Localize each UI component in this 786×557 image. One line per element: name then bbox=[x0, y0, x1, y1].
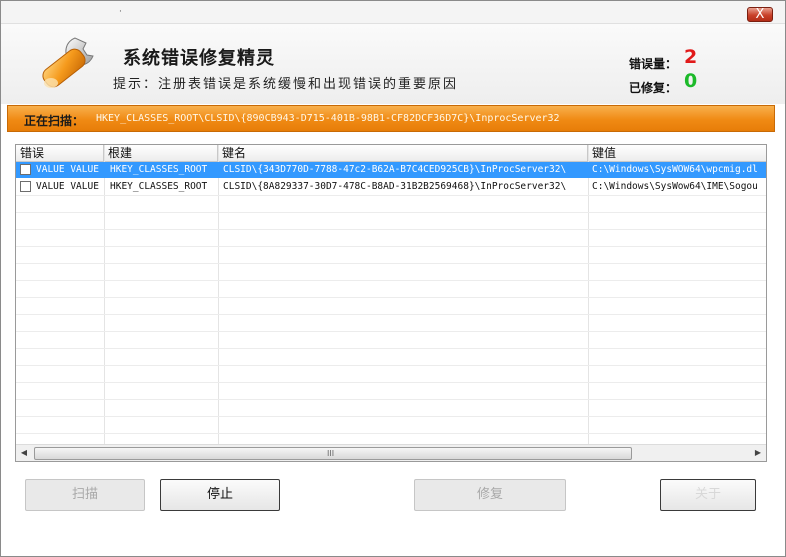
scroll-right-icon[interactable]: ▶ bbox=[750, 445, 766, 461]
key-cell: CLSID\{8A829337-30D7-478C-B8AD-31B2B2569… bbox=[223, 181, 567, 192]
root-cell: HKEY_CLASSES_ROOT bbox=[110, 181, 208, 192]
grid-line bbox=[16, 229, 766, 230]
hint-text: 提示：注册表错误是系统缓慢和出现错误的重要原因 bbox=[113, 77, 459, 92]
grid-line bbox=[16, 433, 766, 434]
scrollbar-grip: III bbox=[327, 449, 335, 458]
grid-line bbox=[16, 399, 766, 400]
list-header: 错误 根建 键名 键值 bbox=[16, 145, 766, 162]
column-header-value[interactable]: 键值 bbox=[588, 145, 766, 161]
close-button[interactable]: X bbox=[747, 7, 773, 22]
about-button[interactable]: 关于 bbox=[660, 479, 756, 511]
scrollbar-thumb[interactable]: III bbox=[34, 447, 632, 460]
grid-line bbox=[16, 365, 766, 366]
grid-line bbox=[16, 382, 766, 383]
grid-line bbox=[16, 212, 766, 213]
grid-line bbox=[16, 280, 766, 281]
window-title: · bbox=[119, 7, 123, 17]
title-bar: · X bbox=[1, 1, 785, 24]
grid-line bbox=[16, 297, 766, 298]
scan-label: 正在扫描： bbox=[24, 114, 85, 128]
grid-line bbox=[16, 416, 766, 417]
grid-line bbox=[16, 263, 766, 264]
error-cell: VALUE VALUE bbox=[36, 181, 99, 192]
root-cell: HKEY_CLASSES_ROOT bbox=[110, 164, 208, 175]
app-title: 系统错误修复精灵 bbox=[123, 48, 275, 69]
grid-line bbox=[16, 246, 766, 247]
grid-line bbox=[16, 195, 766, 196]
registry-error-list[interactable]: 错误 根建 键名 键值 VALUE VALUE HKEY_CLASSES_ROO… bbox=[15, 144, 767, 462]
error-count-label: 错误量： bbox=[629, 57, 678, 71]
scan-path: HKEY_CLASSES_ROOT\CLSID\{890CB943-D715-4… bbox=[96, 113, 560, 124]
wrench-icon bbox=[42, 37, 94, 88]
fixed-count-label: 已修复： bbox=[629, 81, 678, 95]
horizontal-scrollbar[interactable]: ◀ III ▶ bbox=[16, 444, 766, 461]
error-count-value: 2 bbox=[684, 46, 698, 68]
value-cell: C:\Windows\SysWOW64\wpcmig.dl bbox=[592, 164, 758, 175]
fixed-count-value: 0 bbox=[684, 70, 698, 92]
repair-button[interactable]: 修复 bbox=[414, 479, 566, 511]
grid-line bbox=[16, 314, 766, 315]
column-header-error[interactable]: 错误 bbox=[16, 145, 104, 161]
grid-line bbox=[16, 331, 766, 332]
table-row[interactable]: VALUE VALUE HKEY_CLASSES_ROOT CLSID\{8A8… bbox=[16, 179, 766, 195]
row-checkbox[interactable] bbox=[20, 164, 31, 175]
stop-button[interactable]: 停止 bbox=[160, 479, 280, 511]
grid-line bbox=[16, 348, 766, 349]
column-header-key[interactable]: 键名 bbox=[218, 145, 588, 161]
key-cell: CLSID\{343D770D-7788-47c2-B62A-B7C4CED92… bbox=[223, 164, 567, 175]
value-cell: C:\Windows\SysWow64\IME\Sogou bbox=[592, 181, 758, 192]
scroll-left-icon[interactable]: ◀ bbox=[16, 445, 32, 461]
column-header-root[interactable]: 根建 bbox=[104, 145, 218, 161]
main-window: · X 系统错误修复精灵 提示：注册表错误是系统缓慢和出现错误的重要原因 错误量… bbox=[0, 0, 786, 557]
row-checkbox[interactable] bbox=[20, 181, 31, 192]
error-cell: VALUE VALUE bbox=[36, 164, 99, 175]
scan-button[interactable]: 扫描 bbox=[25, 479, 145, 511]
header-banner: 系统错误修复精灵 提示：注册表错误是系统缓慢和出现错误的重要原因 错误量： 2 … bbox=[1, 24, 785, 104]
scan-status-bar: 正在扫描： HKEY_CLASSES_ROOT\CLSID\{890CB943-… bbox=[7, 105, 775, 132]
table-row[interactable]: VALUE VALUE HKEY_CLASSES_ROOT CLSID\{343… bbox=[16, 162, 766, 178]
